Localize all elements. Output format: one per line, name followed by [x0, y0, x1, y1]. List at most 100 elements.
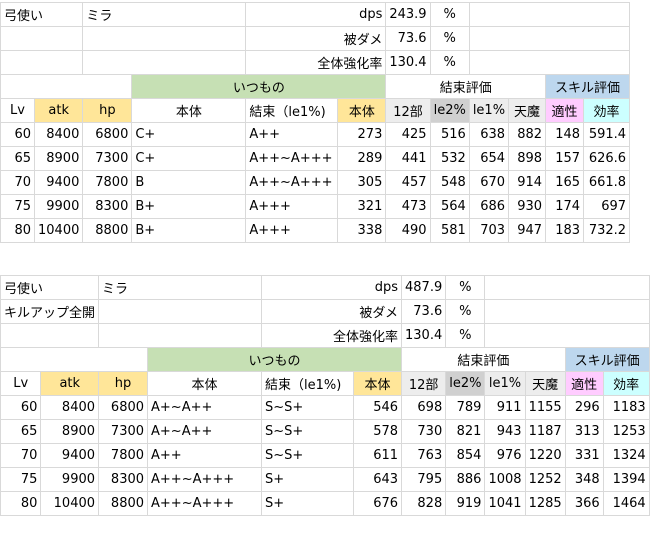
table-cell: A++ — [147, 443, 263, 468]
stat-unit: % — [445, 299, 486, 324]
table-cell: 564 — [429, 194, 470, 219]
table-row: 60 8400 6800 A+~A++ S~S+ 546 698 789 911 1155 296 1… — [0, 395, 650, 420]
table-cell: 457 — [385, 170, 431, 195]
table-cell: 9900 — [33, 194, 84, 219]
stat-value: 130.4 — [385, 50, 431, 75]
table-cell: 157 — [545, 146, 585, 171]
stat-key: 全体強化率 — [261, 323, 403, 348]
table-cell: S+ — [261, 491, 355, 516]
table-cell: 9400 — [40, 443, 100, 468]
table-cell: A+++ — [245, 194, 339, 219]
group-itsumono: いつもの — [131, 74, 387, 99]
table-row: 75 9900 8300 B+ A+++ 321 473 564 686 930 174 697 — [0, 194, 631, 219]
table-cell: 8900 — [33, 146, 84, 171]
table-cell: 8800 — [82, 218, 133, 243]
group-header-row: いつもの 結束評価 スキル評価 — [0, 347, 650, 372]
table-cell: 611 — [353, 443, 403, 468]
table-cell: 670 — [468, 170, 510, 195]
table-cell: 930 — [508, 194, 547, 219]
table-cell: 882 — [508, 122, 547, 147]
blank-cell — [0, 347, 149, 372]
table-cell: 795 — [401, 467, 447, 492]
table-cell: 60 — [0, 395, 42, 420]
stat-unit: % — [429, 2, 470, 27]
stat-key: 被ダメ — [261, 299, 403, 324]
column-header: Lv — [0, 98, 35, 123]
column-header: 適性 — [545, 98, 585, 123]
table-cell: 70 — [0, 170, 35, 195]
class-label: 弓使い — [0, 275, 100, 300]
table-cell: 7800 — [82, 170, 133, 195]
meta-row: キルアップ全開 被ダメ 73.6% — [0, 299, 650, 324]
character-name — [82, 50, 247, 75]
table-cell: 532 — [429, 146, 470, 171]
table-cell: 6800 — [98, 395, 149, 420]
table-cell: 8300 — [82, 194, 133, 219]
table-cell: 1041 — [484, 491, 526, 516]
group-kessoku: 結束評価 — [385, 74, 547, 99]
group-skill: スキル評価 — [564, 347, 650, 372]
class-label: 弓使い — [0, 2, 84, 27]
table-cell: B+ — [131, 218, 247, 243]
stat-value: 487.9 — [401, 275, 447, 300]
stat-key: dps — [245, 2, 387, 27]
table-cell: A+++ — [245, 218, 339, 243]
table-cell: 732.2 — [583, 218, 631, 243]
table-cell: 1008 — [484, 467, 526, 492]
table-cell: 828 — [401, 491, 447, 516]
table-cell: 10400 — [33, 218, 84, 243]
class-label — [0, 50, 84, 75]
table-cell: 638 — [468, 122, 510, 147]
table-cell: 9900 — [40, 467, 100, 492]
table-cell: 697 — [583, 194, 631, 219]
character-name — [98, 323, 263, 348]
column-header: le1% — [484, 371, 526, 396]
table-cell: 296 — [564, 395, 604, 420]
table-cell: 75 — [0, 467, 42, 492]
stat-unit: % — [445, 323, 486, 348]
table-row: 65 8900 7300 C+ A++~A+++ 289 441 532 654 898 157 62… — [0, 146, 631, 171]
column-header: atk — [33, 98, 84, 123]
group-kessoku: 結束評価 — [401, 347, 566, 372]
column-header: 12部 — [385, 98, 431, 123]
table-cell: 321 — [337, 194, 387, 219]
table-row: 70 9400 7800 A++ S~S+ 611 763 854 976 1220 331 1324 — [0, 443, 650, 468]
table-cell: 338 — [337, 218, 387, 243]
column-header: 天魔 — [508, 98, 547, 123]
table-cell: 943 — [484, 419, 526, 444]
table-cell: 289 — [337, 146, 387, 171]
table-cell: 65 — [0, 146, 35, 171]
table-cell: 490 — [385, 218, 431, 243]
blank-cell — [484, 299, 650, 324]
column-header: atk — [40, 371, 100, 396]
table-cell: 348 — [564, 467, 604, 492]
table-cell: 441 — [385, 146, 431, 171]
table-cell: A++~A+++ — [245, 170, 339, 195]
column-header: 結束（le1%) — [261, 371, 355, 396]
table-cell: 273 — [337, 122, 387, 147]
table-cell: S+ — [261, 467, 355, 492]
stat-unit: % — [429, 26, 470, 51]
table-cell: 898 — [508, 146, 547, 171]
meta-row: 弓使い ミラ dps 243.9% — [0, 2, 631, 27]
column-header: 効率 — [602, 371, 650, 396]
character-name: ミラ — [98, 275, 263, 300]
column-header: 結束（le1%) — [245, 98, 339, 123]
character-name: ミラ — [82, 2, 247, 27]
table-cell: 65 — [0, 419, 42, 444]
group-header-row: いつもの 結束評価 スキル評価 — [0, 74, 631, 99]
table-cell: 1187 — [524, 419, 566, 444]
class-label — [0, 26, 84, 51]
table-cell: 80 — [0, 491, 42, 516]
blank-cell — [468, 50, 631, 75]
table-cell: 763 — [401, 443, 447, 468]
table-cell: 911 — [484, 395, 526, 420]
group-itsumono: いつもの — [147, 347, 403, 372]
table-cell: 914 — [508, 170, 547, 195]
table-cell: C+ — [131, 146, 247, 171]
blank-cell — [484, 323, 650, 348]
class-label: キルアップ全開 — [0, 299, 100, 324]
table-cell: 1252 — [524, 467, 566, 492]
stat-value: 243.9 — [385, 2, 431, 27]
column-header: hp — [82, 98, 133, 123]
